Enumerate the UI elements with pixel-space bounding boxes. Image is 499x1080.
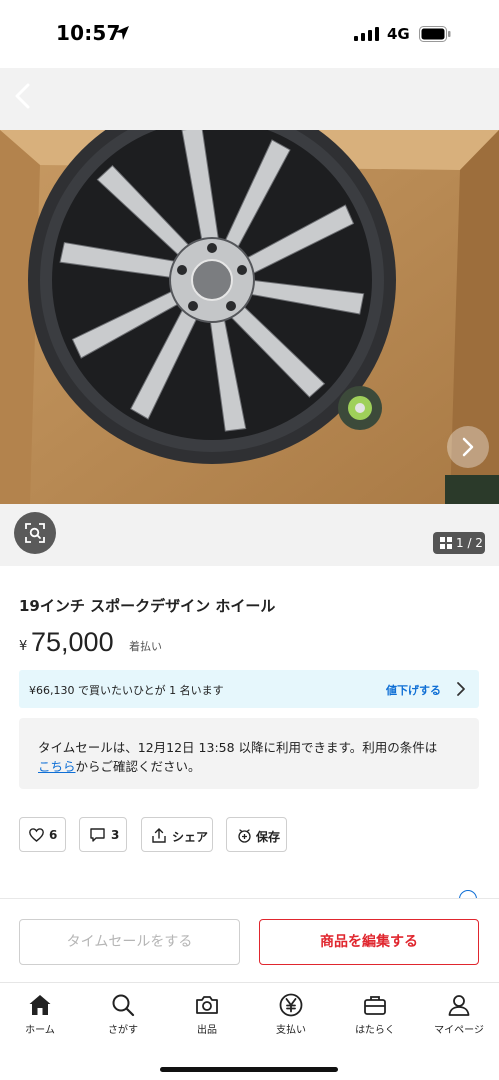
heart-icon bbox=[29, 828, 44, 842]
price-down-link[interactable]: 値下げする bbox=[386, 682, 441, 698]
home-indicator bbox=[160, 1067, 338, 1072]
product-title: 19インチ スポークデザイン ホイール bbox=[19, 597, 276, 615]
photo-counter: 1 / 2 bbox=[433, 532, 485, 554]
tab-label-payment: 支払い bbox=[276, 1025, 306, 1036]
share-label: シェア bbox=[172, 830, 209, 844]
person-icon bbox=[448, 995, 470, 1016]
product-photo[interactable] bbox=[0, 130, 499, 504]
notice-line-2: こちらからご確認ください。 bbox=[38, 756, 201, 775]
nav-bar bbox=[0, 68, 499, 130]
tab-label-home: ホーム bbox=[25, 1025, 55, 1036]
chevron-right-icon bbox=[457, 682, 465, 696]
currency-symbol: ¥ bbox=[19, 639, 28, 654]
network-label: 4G bbox=[387, 25, 410, 43]
save-icon bbox=[238, 829, 251, 843]
save-button[interactable]: 保存 bbox=[226, 817, 287, 852]
camera-icon bbox=[196, 996, 218, 1014]
yen-icon bbox=[279, 993, 303, 1017]
next-photo-button[interactable] bbox=[447, 426, 489, 468]
image-search-button[interactable] bbox=[14, 512, 56, 554]
tab-label-search: さがす bbox=[108, 1025, 138, 1036]
tab-sell[interactable]: 出品 bbox=[172, 991, 242, 1041]
battery-icon bbox=[419, 26, 451, 42]
gallery-strip: 1 / 2 bbox=[0, 504, 499, 566]
tab-search[interactable]: さがす bbox=[88, 991, 158, 1041]
lens-icon bbox=[25, 523, 45, 543]
shipping-label: 着払い bbox=[129, 640, 162, 653]
bottom-action-bar: タイムセールをする 商品を編集する bbox=[0, 898, 499, 982]
chevron-left-icon bbox=[15, 83, 30, 109]
photo-counter-text: 1 / 2 bbox=[456, 536, 483, 550]
partially-hidden-row bbox=[0, 888, 499, 898]
comment-icon bbox=[90, 828, 105, 842]
search-icon bbox=[112, 994, 135, 1017]
tab-work[interactable]: はたらく bbox=[340, 991, 410, 1041]
notice-text-rest: からご確認ください。 bbox=[75, 759, 201, 774]
tab-bar: ホーム さがす 出品 支払い はたらく マイページ bbox=[0, 982, 499, 1080]
conditions-link[interactable]: こちら bbox=[38, 759, 76, 774]
edit-item-button[interactable]: 商品を編集する bbox=[259, 919, 479, 965]
chevron-right-icon bbox=[462, 437, 474, 457]
location-arrow-icon bbox=[115, 26, 129, 40]
product-price: 75,000 bbox=[31, 627, 114, 657]
tab-payment[interactable]: 支払い bbox=[256, 991, 326, 1041]
grid-icon bbox=[440, 537, 452, 549]
signal-icon bbox=[354, 27, 379, 41]
like-button[interactable]: 6 bbox=[19, 817, 66, 852]
save-label: 保存 bbox=[256, 830, 281, 844]
offer-banner[interactable]: ¥66,130 で買いたいひとが 1 名います 値下げする bbox=[19, 670, 479, 708]
like-count: 6 bbox=[49, 828, 58, 842]
status-time: 10:57 bbox=[56, 21, 121, 45]
time-sale-button[interactable]: タイムセールをする bbox=[19, 919, 240, 965]
tab-label-work: はたらく bbox=[355, 1025, 395, 1036]
wheel-photo-image bbox=[0, 130, 499, 504]
tab-label-mypage: マイページ bbox=[434, 1025, 484, 1036]
home-icon bbox=[29, 995, 51, 1015]
back-button[interactable] bbox=[10, 81, 38, 111]
share-button[interactable]: シェア bbox=[141, 817, 213, 852]
tab-label-sell: 出品 bbox=[197, 1025, 217, 1036]
comment-button[interactable]: 3 bbox=[79, 817, 127, 852]
help-icon[interactable] bbox=[459, 890, 477, 898]
tab-mypage[interactable]: マイページ bbox=[424, 991, 494, 1041]
time-sale-notice: タイムセールは、12月12日 13:58 以降に利用できます。利用の条件は こち… bbox=[19, 718, 479, 789]
offer-text: ¥66,130 で買いたいひとが 1 名います bbox=[29, 684, 224, 697]
notice-text: タイムセールは、12月12日 13:58 以降に利用できます。利用の条件は bbox=[38, 740, 438, 755]
tab-home[interactable]: ホーム bbox=[5, 991, 75, 1041]
share-icon bbox=[152, 828, 166, 843]
comment-count: 3 bbox=[111, 828, 120, 842]
briefcase-icon bbox=[364, 996, 386, 1015]
status-bar: 10:57 4G bbox=[0, 0, 499, 68]
